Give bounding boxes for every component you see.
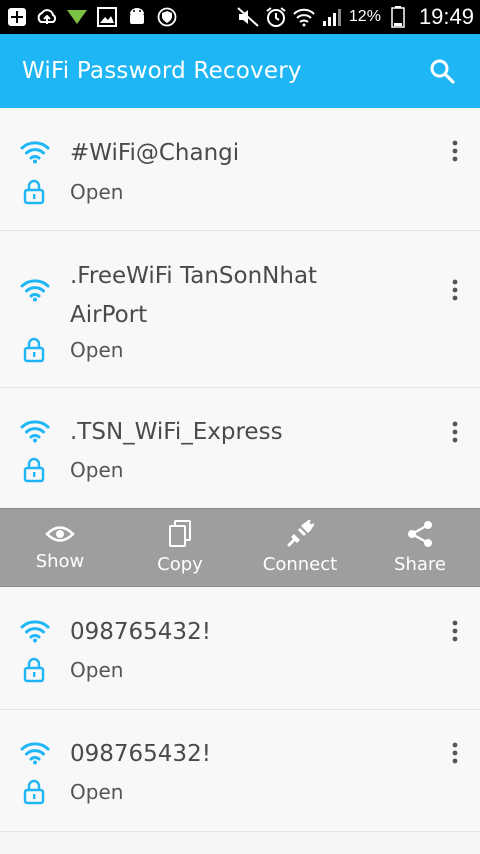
wifi-icon (293, 6, 315, 28)
network-security: Open (70, 780, 124, 804)
app-bar: WiFi Password Recovery (0, 34, 480, 108)
copy-icon (169, 520, 191, 547)
network-list-continued: 098765432! Open 098765432! Open (0, 588, 480, 832)
plus-box-icon (6, 6, 28, 28)
share-icon (408, 521, 432, 547)
battery-icon (387, 6, 409, 28)
show-password-button[interactable]: Show (0, 509, 120, 586)
more-options-icon[interactable] (444, 417, 466, 447)
download-arrow-icon (66, 6, 88, 28)
wifi-signal-icon (20, 141, 50, 164)
show-label: Show (35, 551, 85, 572)
network-action-bar: Show Copy Connect Share (0, 508, 480, 587)
network-security: Open (70, 658, 124, 682)
lock-icon (23, 457, 45, 483)
cloud-upload-icon (36, 6, 58, 28)
more-options-icon[interactable] (444, 275, 466, 305)
network-item[interactable]: #WiFi@Changi Open (0, 108, 480, 231)
lock-icon (23, 779, 45, 805)
network-item[interactable]: 098765432! Open (0, 588, 480, 710)
network-security: Open (70, 338, 124, 362)
battery-percent: 12% (348, 8, 381, 25)
more-options-icon[interactable] (444, 738, 466, 768)
network-item[interactable]: 098765432! Open (0, 710, 480, 832)
wifi-signal-icon (20, 420, 50, 443)
network-name: #WiFi@Changi (70, 140, 240, 166)
more-options-icon[interactable] (444, 136, 466, 166)
signal-icon (321, 6, 343, 28)
wifi-signal-icon (20, 620, 50, 643)
eye-icon (45, 526, 75, 542)
network-list: #WiFi@Changi Open .FreeWiFi TanSonNhat A… (0, 108, 480, 508)
alarm-icon (265, 6, 287, 28)
network-name: .FreeWiFi TanSonNhat AirPort (70, 263, 318, 328)
network-name: 098765432! (70, 619, 211, 645)
network-item[interactable]: .TSN_WiFi_Express Open (0, 388, 480, 508)
wifi-signal-icon (20, 279, 50, 302)
clock: 19:49 (418, 4, 474, 29)
android-icon (126, 6, 148, 28)
network-name: 098765432! (70, 741, 211, 767)
lock-icon (23, 179, 45, 205)
app-title: WiFi Password Recovery (22, 58, 302, 84)
connect-label: Connect (262, 554, 338, 575)
more-options-icon[interactable] (444, 616, 466, 646)
lock-icon (23, 657, 45, 683)
search-icon[interactable] (426, 55, 458, 87)
lock-icon (23, 337, 45, 363)
wifi-signal-icon (20, 742, 50, 765)
network-security: Open (70, 458, 124, 482)
share-button[interactable]: Share (360, 509, 480, 586)
copy-label: Copy (157, 554, 203, 575)
plug-icon (287, 520, 314, 547)
image-icon (96, 6, 118, 28)
share-label: Share (394, 554, 446, 575)
status-bar: 12% 19:49 (0, 0, 480, 34)
network-item[interactable]: .FreeWiFi TanSonNhat AirPort Open (0, 231, 480, 388)
network-security: Open (70, 180, 124, 204)
connect-button[interactable]: Connect (240, 509, 360, 586)
network-name: .TSN_WiFi_Express (70, 419, 283, 445)
copy-password-button[interactable]: Copy (120, 509, 240, 586)
mute-icon (237, 6, 259, 28)
shield-icon (156, 6, 178, 28)
